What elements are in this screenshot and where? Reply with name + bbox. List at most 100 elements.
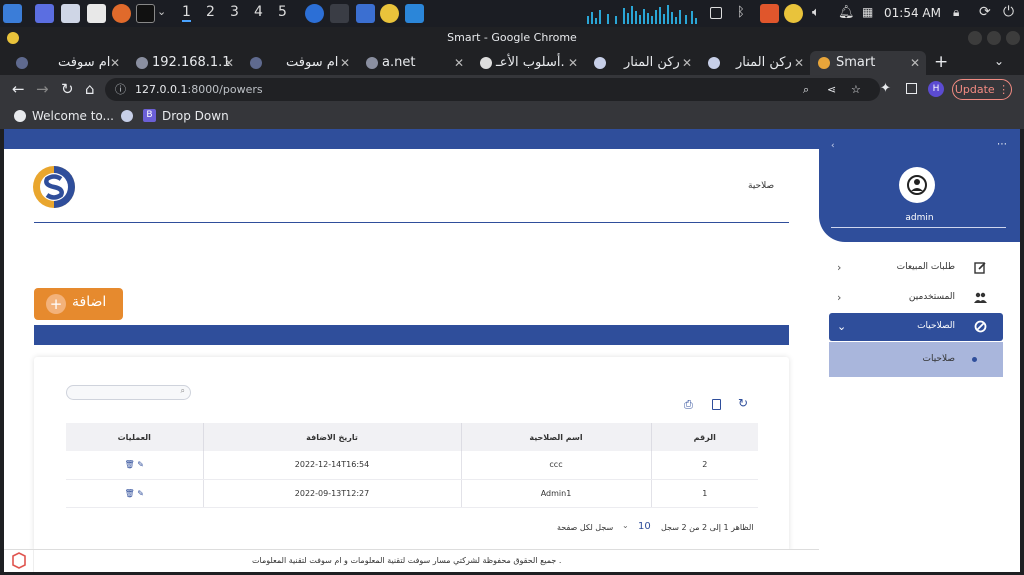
tab-search-icon[interactable]: ⌄ [994,54,1004,68]
sidebar-item-powers[interactable]: ⌄ الصلاحيات [829,313,1003,341]
favicon-icon [16,57,28,69]
row-name: ccc [461,451,652,480]
extensions-icon[interactable]: ✦ [880,81,891,96]
forward-icon[interactable]: → [36,80,49,98]
more-icon[interactable]: ⋯ [997,139,1007,150]
per-page-label: سجل لكل صفحة [557,523,614,532]
close-icon[interactable]: ✕ [340,51,350,75]
page-size-select[interactable]: 10 [638,521,651,532]
app-launcher-icon[interactable] [3,4,22,23]
refresh-icon[interactable]: ⟳ [979,4,991,20]
tab-6[interactable]: ركن المنار ✕ [586,51,698,75]
workspace-1[interactable]: 1 [182,4,191,22]
column-header-actions[interactable]: العمليات [66,423,204,451]
tab-2[interactable]: 192.168.1.1 ✕ [128,51,240,75]
workspace-3[interactable]: 3 [230,4,239,20]
bullet-icon [972,357,977,362]
new-tab-button[interactable]: + [934,52,948,72]
ban-icon [974,320,987,333]
delete-icon[interactable]: 🗑︎ [125,489,135,498]
sidebar-item-sales-orders[interactable]: › طلبات المبيعات [829,254,1003,282]
sidebar-subitem-powers[interactable]: صلاحيات [829,342,1003,377]
power-icon[interactable]: ⏻ [1003,4,1014,20]
tab-label: ام سوفت [58,55,111,70]
back-icon[interactable]: ← [12,80,25,98]
column-header-id[interactable]: الرقم [651,423,758,451]
tab-5[interactable]: أسلوب الأعـ. ✕ [472,51,584,75]
bookmark-star-icon[interactable]: ☆ [851,78,861,101]
share-icon[interactable]: ⋖ [827,78,836,101]
address-bar[interactable]: ⓘ 127.0.0.1:8000/powers ⌕ ⋖ ☆ [105,78,880,101]
vscode-icon[interactable] [405,4,424,23]
close-icon[interactable]: ✕ [454,51,464,75]
volume-icon[interactable]: 🔈︎ [812,5,820,20]
avatar[interactable] [899,167,935,203]
files-icon[interactable] [61,4,80,23]
collapse-chevron-icon[interactable]: ‹ [831,141,835,151]
delete-icon[interactable]: 🗑︎ [125,460,135,469]
close-icon[interactable]: ✕ [110,51,120,75]
info-icon[interactable]: ⓘ [115,78,126,101]
close-icon[interactable]: ✕ [794,51,804,75]
print-icon[interactable]: ⎙ [684,398,693,412]
column-header-date[interactable]: تاريخ الاضافة [203,423,462,451]
row-actions: 🗑︎ ✎ [66,479,204,508]
add-button[interactable]: + اضافة [34,288,123,320]
sidebar-item-label: طلبات المبيعات [896,262,955,272]
chrome-icon[interactable] [380,4,399,23]
tab-smart[interactable]: Smart ✕ [810,51,926,75]
screen-icon[interactable] [710,7,722,19]
chevron-down-icon[interactable]: ⌄ [622,521,629,530]
close-icon[interactable]: ✕ [682,51,692,75]
terminal-icon[interactable] [136,4,155,23]
edit-icon[interactable]: ✎ [137,489,144,498]
reload-icon[interactable]: ↻ [61,80,74,98]
chrome-tray-icon[interactable] [784,4,803,23]
brave-icon[interactable] [760,4,779,23]
edit-icon [974,262,986,274]
globe-icon [136,57,148,69]
refresh-table-icon[interactable]: ↻ [738,396,748,410]
bootstrap-icon: B [143,109,156,122]
close-icon[interactable]: ✕ [568,51,578,75]
search-input[interactable]: ⌕ [66,385,191,400]
bell-icon[interactable]: 🔔︎ [838,5,855,20]
update-button[interactable]: Update ⋮ [952,79,1012,100]
document-icon[interactable] [87,4,106,23]
close-window-button[interactable] [1006,31,1020,45]
sidebar-item-users[interactable]: › المستخدمين [829,284,1003,312]
bluetooth-icon[interactable]: ᛒ [737,5,745,20]
workspace-5[interactable]: 5 [278,4,287,20]
close-icon[interactable]: ✕ [910,51,920,75]
calendar-icon[interactable]: ▦ [862,5,873,19]
zoom-icon[interactable]: ⌕ [803,78,809,101]
window-icon[interactable] [330,4,349,23]
close-icon[interactable]: ✕ [224,51,234,75]
minimize-button[interactable] [968,31,982,45]
lock-icon[interactable]: 🔒︎ [953,5,959,20]
chevron-left-icon: › [837,261,842,274]
chevron-down-icon[interactable]: ⌄ [157,5,166,18]
folder-icon[interactable] [356,4,375,23]
maximize-button[interactable] [987,31,1001,45]
edit-icon[interactable]: ✎ [137,460,144,469]
excel-export-icon[interactable] [712,399,721,410]
bookmark-dropdown[interactable]: Drop Down [162,109,229,123]
clock[interactable]: 01:54 AM [884,6,941,20]
column-header-name[interactable]: اسم الصلاحية [461,423,652,451]
tab-1[interactable]: ام سوفت ✕ [8,51,126,75]
browser-icon[interactable] [305,4,324,23]
desktop-icon[interactable] [35,4,54,23]
tab-3[interactable]: ام سوفت ✕ [242,51,356,75]
workspace-2[interactable]: 2 [206,4,215,20]
tab-7[interactable]: ركن المنار ✕ [700,51,810,75]
home-icon[interactable]: ⌂ [85,80,95,98]
chevron-down-icon: ⌄ [837,320,847,333]
firefox-icon[interactable] [112,4,131,23]
bookmark-welcome[interactable]: Welcome to... [32,109,114,123]
os-taskbar: ⌄ 1 2 3 4 5 ᛒ 🔈︎ 🔔︎ ▦ 01:54 AM 🔒︎ ⟳ ⏻ [0,0,1024,27]
workspace-4[interactable]: 4 [254,4,263,20]
sidepanel-icon[interactable] [906,83,917,94]
tab-4[interactable]: a.net ✕ [358,51,470,75]
profile-avatar[interactable]: H [928,81,944,97]
